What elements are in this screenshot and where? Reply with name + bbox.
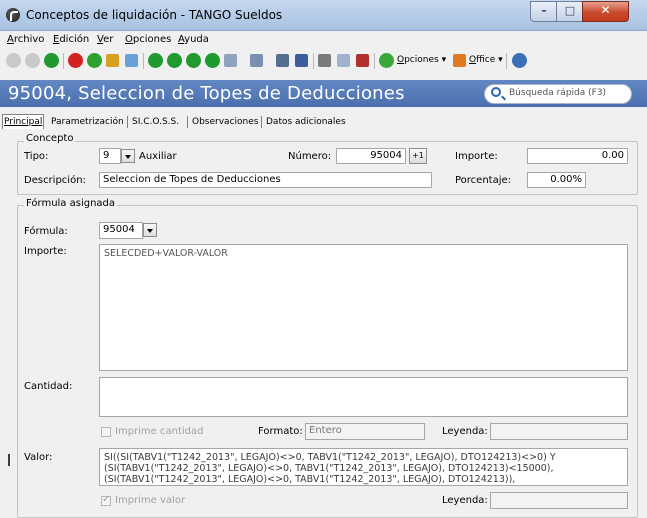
tab-separator [127,116,128,128]
toolbar-separator [63,53,64,69]
close-icon: ✕ [600,3,611,17]
leyenda2-field[interactable] [490,492,628,509]
menu-edicion[interactable]: Edición [53,34,89,45]
quick-search-label: Búsqueda rápida (F3) [509,88,607,98]
print-icon[interactable] [125,54,138,67]
porcentaje-label: Porcentaje: [455,175,512,186]
tab-separator [261,116,262,128]
page-title: 95004, Seleccion de Topes de Deducciones [8,83,405,104]
formula-group-title: Fórmula asignada [24,198,118,209]
importe-label: Importe: [455,151,498,162]
close-button[interactable]: ✕ [582,1,629,22]
tipo-field[interactable]: 9 [99,148,121,164]
add-icon[interactable] [44,53,59,68]
importe-field[interactable]: 0.00 [527,148,628,164]
tab-sicoss[interactable]: SI.C.O.S.S. [131,115,180,129]
opciones-button[interactable]: Opciones ▾ [397,55,446,65]
leyenda2-label: Leyenda: [442,495,488,506]
menu-archivo[interactable]: Archivo [7,34,44,45]
filter-icon[interactable] [250,54,263,67]
tab-datos-adicionales[interactable]: Datos adicionales [265,115,347,129]
columns-icon[interactable] [276,54,289,67]
tipo-dropdown-button[interactable] [121,149,135,163]
importe-formula-textarea[interactable]: SELECDED+VALOR-VALOR [99,244,628,371]
tab-observaciones[interactable]: Observaciones [191,115,259,129]
title-bar[interactable]: Conceptos de liquidación - TANGO Sueldos… [0,0,647,31]
last-record-icon[interactable] [205,53,220,68]
valor-textarea[interactable]: SI((SI(TABV1("T1242_2013", LEGAJO)<>0, T… [99,448,628,486]
opciones-icon[interactable] [379,53,394,68]
maximize-icon: □ [564,4,576,17]
toolbar-separator [313,53,314,69]
menu-opciones[interactable]: Opciones [125,34,171,45]
tab-separator [187,116,188,128]
formato-field[interactable]: Entero [305,423,425,440]
formato-label: Formato: [258,426,303,437]
previous-record-icon[interactable] [167,53,182,68]
sort-icon[interactable] [295,54,308,67]
view-icon[interactable] [224,54,237,67]
tab-parametrizacion[interactable]: Parametrización [50,115,125,129]
imprime-cantidad-label: Imprime cantidad [115,426,204,437]
formula-field[interactable]: 95004 [99,222,143,239]
window-title: Conceptos de liquidación - TANGO Sueldos [26,8,283,22]
descripcion-label: Descripción: [24,175,86,186]
record-header: 95004, Seleccion de Topes de Deducciones… [0,80,647,107]
first-record-icon[interactable] [148,53,163,68]
leyenda-field[interactable] [490,423,628,440]
valor-line: SI((SI(TABV1("T1242_2013", LEGAJO)<>0, T… [104,452,556,463]
descripcion-field[interactable]: Seleccion de Topes de Deducciones [99,172,432,188]
concepto-group-title: Concepto [24,133,76,144]
imprime-valor-checkbox[interactable] [101,494,111,506]
menu-ver[interactable]: Ver [97,34,113,45]
toolbar-separator [143,53,144,69]
minimize-button[interactable]: – [530,1,558,22]
quick-search-box[interactable]: Búsqueda rápida (F3) [484,84,632,104]
preview-icon[interactable] [337,54,350,67]
help-icon[interactable] [512,53,527,68]
valor-label: Valor: [24,452,53,463]
toolbar: Opciones ▾ Office ▾ [0,49,647,73]
leyenda-label: Leyenda: [442,426,488,437]
valor-line: (SI(TABV1("T1242_2013", LEGAJO)<>0, TABV… [104,463,554,474]
main-window: Conceptos de liquidación - TANGO Sueldos… [0,0,647,518]
edge-marker [8,454,10,466]
minimize-icon: – [541,4,547,17]
search-icon [491,87,501,97]
modify-icon[interactable] [87,53,102,68]
office-icon[interactable] [453,54,466,67]
maximize-button[interactable]: □ [556,1,584,22]
delete-icon[interactable] [68,53,83,68]
toolbar-separator [506,53,507,69]
app-icon [6,8,20,22]
imprime-valor-label: Imprime valor [115,495,186,506]
valor-line: (SI(TABV1("T1242_2013", LEGAJO)<>0, TABV… [104,474,516,485]
tab-bar: Principal Parametrización SI.C.O.S.S. Ob… [0,114,647,130]
numero-field[interactable]: 95004 [336,148,406,164]
imprime-cantidad-checkbox[interactable] [101,427,111,437]
tipo-description: Auxiliar [139,151,177,162]
numero-label: Número: [288,151,332,162]
cantidad-label: Cantidad: [24,381,73,392]
office-button[interactable]: Office ▾ [469,55,503,65]
next-record-icon[interactable] [186,53,201,68]
formula-label: Fórmula: [24,226,68,237]
formula-dropdown-button[interactable] [143,223,157,237]
next-number-button[interactable]: +1 [409,148,427,164]
importe-formula-label: Importe: [24,246,67,257]
clean-icon[interactable] [356,54,369,67]
menu-ayuda[interactable]: Ayuda [178,34,209,45]
tools-icon[interactable] [318,54,331,67]
toolbar-separator [374,53,375,69]
cantidad-textarea[interactable] [99,377,628,417]
tab-principal[interactable]: Principal [2,114,45,129]
copy-icon[interactable] [106,54,119,67]
confirm-icon[interactable] [6,53,21,68]
tipo-label: Tipo: [24,151,49,162]
porcentaje-field[interactable]: 0.00% [527,172,586,188]
cancel-icon[interactable] [25,53,40,68]
menu-bar: Archivo Edición Ver Opciones Ayuda [0,31,647,49]
